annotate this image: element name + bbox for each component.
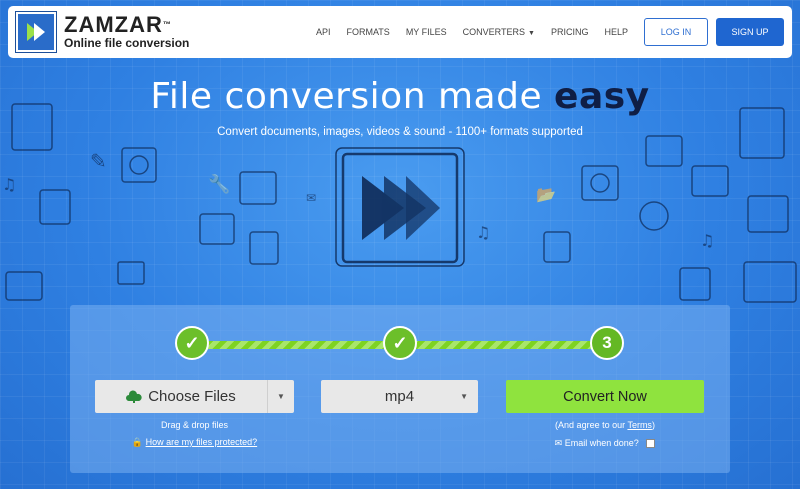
pencil-icon: ✎ [90,149,107,173]
zamzar-logo[interactable]: ZAMZAR™ Online file conversion [15,11,190,53]
music-note-icon-right: ♫ [700,231,714,250]
envelope-icon: ✉ [554,438,563,448]
choose-files-dropdown-icon[interactable]: ▼ [268,392,294,401]
play-file-icon [239,171,277,205]
video-file-icon [5,271,43,301]
copy-file-icon-2 [679,267,711,301]
nav-pricing[interactable]: PRICING [551,27,589,37]
format-select-value: mp4 [384,388,415,405]
cloud-upload-icon [126,389,142,403]
nav-converters-label: CONVERTERS [462,27,526,37]
choose-files-main[interactable]: Choose Files [95,380,268,413]
step-2-check: ✓ [383,326,417,360]
chevron-down-icon: ▼ [460,392,468,401]
format-select[interactable]: mp4 ▼ [321,380,478,413]
logo-mark-icon [15,11,57,53]
video-window-icon [691,165,729,197]
drag-drop-hint: Drag & drop files [160,420,229,430]
protected-link-row: 🔒 How are my files protected? [95,437,294,448]
main-nav: API FORMATS MY FILES CONVERTERS ▼ PRICING… [308,18,784,46]
hero-subheadline: Convert documents, images, videos & soun… [217,126,583,138]
refresh-file-icon [121,147,157,183]
nav-converters[interactable]: CONVERTERS ▼ [463,27,535,37]
top-navbar: ZAMZAR™ Online file conversion API FORMA… [8,6,792,58]
doc-file-icon [249,231,279,265]
nav-help[interactable]: HELP [604,27,628,37]
image-file-icon [39,189,71,225]
files-protected-link[interactable]: How are my files protected? [146,437,258,447]
play-circle-icon [639,201,669,231]
folder-icon: 📂 [536,185,556,204]
mail-icon: ✉ [306,191,316,205]
email-when-done-checkbox[interactable] [646,439,656,449]
email-when-done-row: ✉ Email when done? [506,438,704,449]
chevron-down-icon: ▼ [528,30,535,37]
picture-file-icon [747,195,789,233]
choose-files-label: Choose Files [148,388,236,405]
laptop-icon [743,261,797,303]
convert-now-button[interactable]: Convert Now [506,380,704,413]
music-note-icon: ♫ [2,175,16,194]
hero-headline: File conversion made easy [0,76,800,117]
refresh-file-icon-right [581,165,619,201]
signup-button[interactable]: SIGN UP [716,18,784,46]
step-1-check: ✓ [175,326,209,360]
image-window-icon [645,135,683,167]
headline-emphasis: easy [554,76,650,117]
login-button[interactable]: LOG IN [644,18,708,46]
terms-link[interactable]: Terms [627,420,652,430]
headline-prefix: File conversion made [150,76,555,117]
lock-icon: 🔒 [131,437,144,447]
logo-tagline: Online file conversion [64,36,190,50]
nav-my-files[interactable]: MY FILES [406,27,447,37]
terms-notice: (And agree to our Terms) [555,420,655,430]
converter-panel: ✓ ✓ 3 Choose Files ▼ Drag & drop files 🔒… [70,305,730,473]
wrench-icon: 🔧 [208,173,230,195]
film-file-icon [199,213,235,245]
logo-name: ZAMZAR™ [64,12,172,37]
nav-api[interactable]: API [316,27,331,37]
photo-file-icon [117,261,145,285]
music-note-icon-mid: ♫ [476,223,490,242]
choose-files-button[interactable]: Choose Files ▼ [95,380,294,413]
nav-formats[interactable]: FORMATS [346,27,389,37]
email-when-done-label: Email when done? [564,438,639,448]
step-3-indicator: 3 [590,326,624,360]
copy-file-icon [543,231,571,263]
